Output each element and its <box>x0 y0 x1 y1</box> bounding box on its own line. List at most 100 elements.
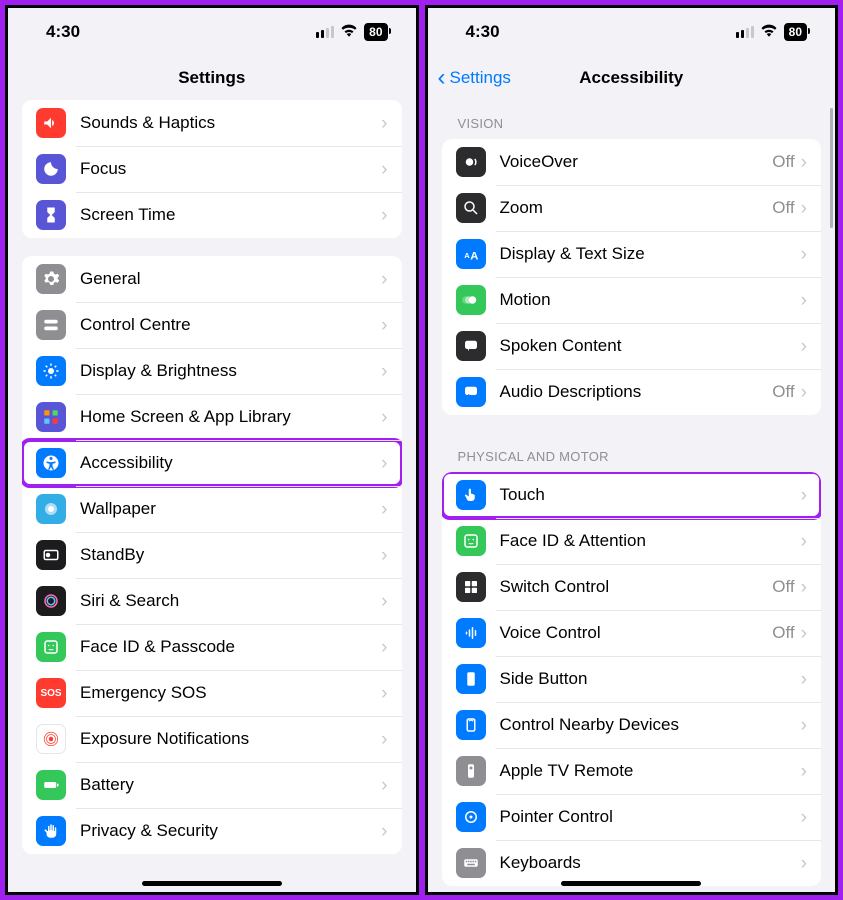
status-indicators: 80 <box>316 23 387 42</box>
battery-indicator: 80 <box>364 23 387 41</box>
back-button[interactable]: ‹ Settings <box>438 66 511 90</box>
motion-icon <box>456 285 486 315</box>
chevron-right-icon: › <box>801 670 807 689</box>
chevron-right-icon: › <box>801 762 807 781</box>
label: Face ID & Attention <box>500 531 801 551</box>
row-general[interactable]: General › <box>22 256 402 302</box>
value: Off <box>772 577 794 597</box>
label: Keyboards <box>500 853 801 873</box>
label: Exposure Notifications <box>80 729 381 749</box>
row-siri-search[interactable]: Siri & Search › <box>22 578 402 624</box>
row-display-text-size[interactable]: AA Display & Text Size › <box>442 231 822 277</box>
row-home-screen[interactable]: Home Screen & App Library › <box>22 394 402 440</box>
row-spoken-content[interactable]: Spoken Content › <box>442 323 822 369</box>
row-wallpaper[interactable]: Wallpaper › <box>22 486 402 532</box>
list-group: Touch › Face ID & Attention › Switch Con… <box>442 472 822 886</box>
settings-screen: 4:30 80 Settings Sounds & Haptics › Focu… <box>5 5 419 895</box>
nearby-devices-icon <box>456 710 486 740</box>
label: Control Centre <box>80 315 381 335</box>
row-display-brightness[interactable]: Display & Brightness › <box>22 348 402 394</box>
chevron-right-icon: › <box>801 486 807 505</box>
wifi-icon <box>760 23 778 42</box>
row-accessibility[interactable]: Accessibility › <box>22 440 402 486</box>
row-switch-control[interactable]: Switch Control Off › <box>442 564 822 610</box>
row-screen-time[interactable]: Screen Time › <box>22 192 402 238</box>
list-group: General › Control Centre › Display & Bri… <box>22 256 402 854</box>
apps-grid-icon <box>36 402 66 432</box>
row-focus[interactable]: Focus › <box>22 146 402 192</box>
page-title: Accessibility <box>579 68 683 88</box>
chevron-right-icon: › <box>381 270 387 289</box>
wifi-icon <box>340 23 358 42</box>
standby-icon <box>36 540 66 570</box>
label: Display & Brightness <box>80 361 381 381</box>
label: Home Screen & App Library <box>80 407 381 427</box>
label: Motion <box>500 290 801 310</box>
back-label: Settings <box>450 68 511 88</box>
chevron-right-icon: › <box>381 684 387 703</box>
label: Pointer Control <box>500 807 801 827</box>
row-privacy-security[interactable]: Privacy & Security › <box>22 808 402 854</box>
row-face-id-passcode[interactable]: Face ID & Passcode › <box>22 624 402 670</box>
chevron-left-icon: ‹ <box>438 66 446 90</box>
label: Emergency SOS <box>80 683 381 703</box>
label: Accessibility <box>80 453 381 473</box>
label: Voice Control <box>500 623 773 643</box>
chevron-right-icon: › <box>801 808 807 827</box>
row-exposure-notifications[interactable]: Exposure Notifications › <box>22 716 402 762</box>
row-battery[interactable]: Battery › <box>22 762 402 808</box>
value: Off <box>772 623 794 643</box>
sos-icon: SOS <box>36 678 66 708</box>
cellular-signal-icon <box>316 26 334 38</box>
row-voiceover[interactable]: VoiceOver Off › <box>442 139 822 185</box>
label: Siri & Search <box>80 591 381 611</box>
chevron-right-icon: › <box>801 578 807 597</box>
battery-indicator: 80 <box>784 23 807 41</box>
exposure-icon <box>36 724 66 754</box>
chevron-right-icon: › <box>801 153 807 172</box>
label: Focus <box>80 159 381 179</box>
chevron-right-icon: › <box>801 532 807 551</box>
svg-text:A: A <box>464 251 470 260</box>
chevron-right-icon: › <box>381 776 387 795</box>
home-indicator[interactable] <box>142 881 282 886</box>
touch-icon <box>456 480 486 510</box>
row-audio-descriptions[interactable]: Audio Descriptions Off › <box>442 369 822 415</box>
chevron-right-icon: › <box>381 638 387 657</box>
settings-list[interactable]: Sounds & Haptics › Focus › Screen Time ›… <box>8 100 416 892</box>
screen-time-icon <box>36 200 66 230</box>
row-keyboards[interactable]: Keyboards › <box>442 840 822 886</box>
label: Face ID & Passcode <box>80 637 381 657</box>
chevron-right-icon: › <box>381 546 387 565</box>
chevron-right-icon: › <box>801 624 807 643</box>
chevron-right-icon: › <box>801 716 807 735</box>
row-sounds-haptics[interactable]: Sounds & Haptics › <box>22 100 402 146</box>
home-indicator[interactable] <box>561 881 701 886</box>
remote-icon <box>456 756 486 786</box>
row-apple-tv-remote[interactable]: Apple TV Remote › <box>442 748 822 794</box>
row-touch[interactable]: Touch › <box>442 472 822 518</box>
row-side-button[interactable]: Side Button › <box>442 656 822 702</box>
row-face-id-attention[interactable]: Face ID & Attention › <box>442 518 822 564</box>
voiceover-icon <box>456 147 486 177</box>
chevron-right-icon: › <box>801 383 807 402</box>
label: Screen Time <box>80 205 381 225</box>
zoom-icon <box>456 193 486 223</box>
nav-header: Settings <box>8 56 416 100</box>
row-emergency-sos[interactable]: SOS Emergency SOS › <box>22 670 402 716</box>
chevron-right-icon: › <box>381 316 387 335</box>
chevron-right-icon: › <box>381 822 387 841</box>
row-voice-control[interactable]: Voice Control Off › <box>442 610 822 656</box>
label: Battery <box>80 775 381 795</box>
row-motion[interactable]: Motion › <box>442 277 822 323</box>
pointer-icon <box>456 802 486 832</box>
value: Off <box>772 198 794 218</box>
list-group: Sounds & Haptics › Focus › Screen Time › <box>22 100 402 238</box>
row-pointer-control[interactable]: Pointer Control › <box>442 794 822 840</box>
row-standby[interactable]: StandBy › <box>22 532 402 578</box>
row-control-centre[interactable]: Control Centre › <box>22 302 402 348</box>
accessibility-list[interactable]: VISION VoiceOver Off › Zoom Off › AA Dis… <box>428 100 836 892</box>
text-size-icon: AA <box>456 239 486 269</box>
row-zoom[interactable]: Zoom Off › <box>442 185 822 231</box>
row-control-nearby[interactable]: Control Nearby Devices › <box>442 702 822 748</box>
